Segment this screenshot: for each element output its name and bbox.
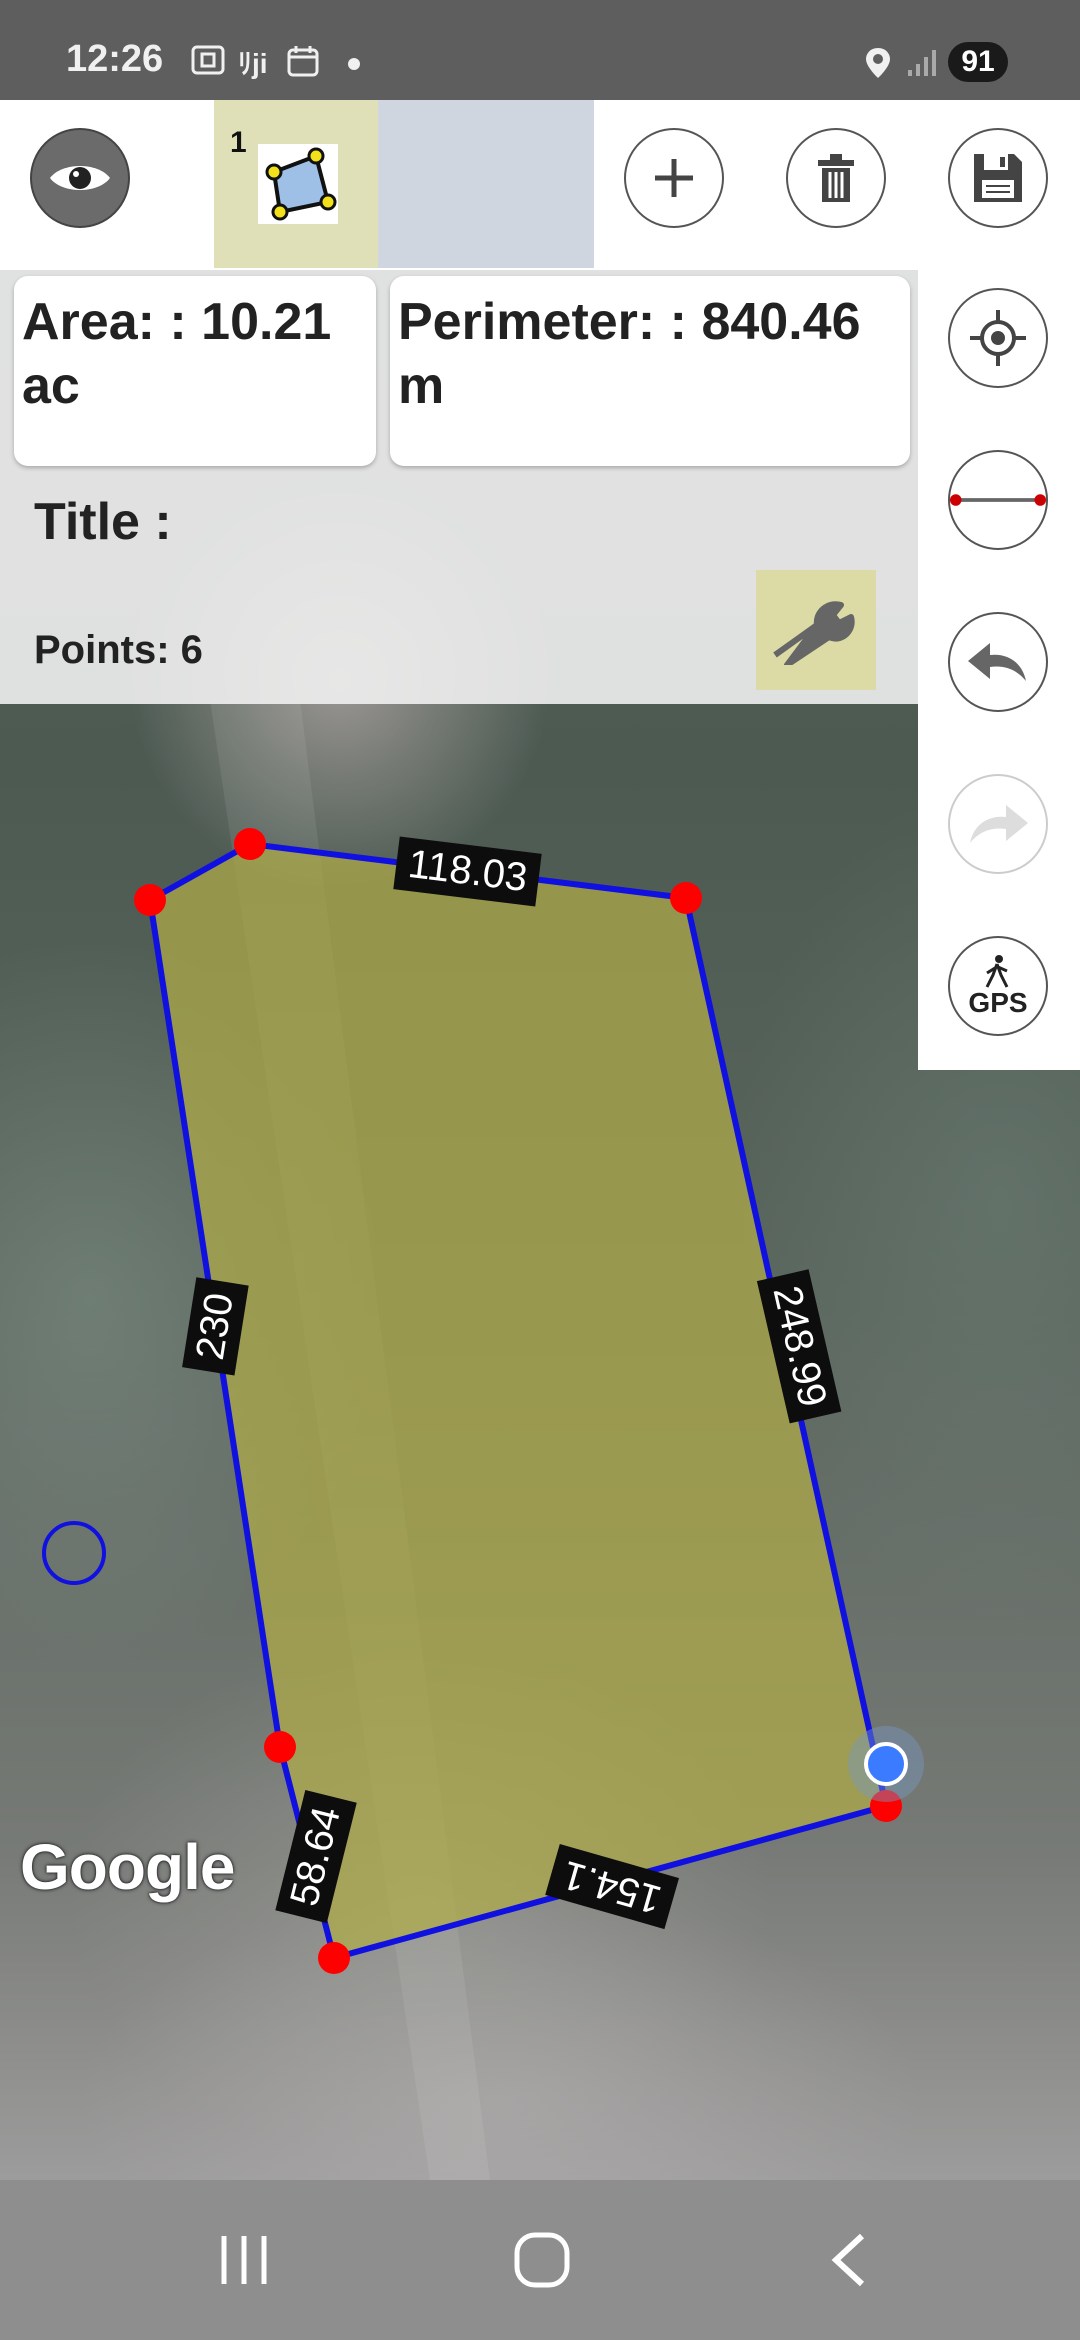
line-measure-icon	[950, 494, 1046, 506]
title-label[interactable]: Title :	[34, 492, 172, 552]
my-location-button[interactable]	[948, 288, 1048, 388]
right-tool-panel: GPS	[918, 270, 1080, 1070]
home-button[interactable]	[512, 2230, 572, 2290]
recent-apps-button[interactable]	[214, 2230, 274, 2290]
wrench-icon	[773, 601, 855, 665]
trash-icon	[818, 154, 854, 202]
perimeter-card: Perimeter: : 840.46 m	[390, 276, 910, 466]
google-logo: Google	[20, 1831, 235, 1903]
top-toolbar: 1	[0, 100, 1080, 270]
back-chevron-icon	[831, 2233, 865, 2287]
status-bar: 12:26 ﾘji 91	[0, 0, 1080, 100]
delete-button[interactable]	[786, 128, 886, 228]
crosshair-icon	[970, 310, 1026, 366]
status-time: 12:26	[66, 38, 164, 80]
vertex-point	[234, 828, 266, 860]
back-button[interactable]	[820, 2230, 880, 2290]
undo-button[interactable]	[948, 612, 1048, 712]
shape-info-panel: Area: : 10.21 ac Perimeter: : 840.46 m T…	[0, 270, 918, 704]
system-nav-bar	[0, 2180, 1080, 2340]
walking-person-icon	[985, 955, 1009, 988]
vertex-point	[134, 884, 166, 916]
location-icon	[864, 46, 892, 85]
home-icon	[514, 2232, 570, 2288]
battery-indicator: 91	[948, 42, 1008, 82]
vertex-point	[318, 1942, 350, 1974]
settings-wrench-button[interactable]	[756, 570, 876, 690]
recent-apps-icon	[221, 2236, 267, 2284]
dot-icon	[348, 58, 360, 70]
gps-label: GPS	[968, 987, 1028, 1018]
shape-number: 1	[230, 126, 247, 159]
plus-icon	[655, 159, 693, 197]
points-count: Points: 6	[34, 628, 203, 672]
shape-thumbnail[interactable]: 1	[214, 100, 378, 268]
visibility-button[interactable]	[30, 128, 130, 228]
vertex-point	[264, 1731, 296, 1763]
screenshot-icon	[190, 44, 226, 84]
area-card: Area: : 10.21 ac	[14, 276, 376, 466]
save-button[interactable]	[948, 128, 1048, 228]
add-shape-button[interactable]	[624, 128, 724, 228]
calendar-icon	[286, 44, 320, 86]
floppy-disk-icon	[974, 154, 1022, 202]
jiji-icon: ﾘji	[238, 48, 268, 79]
redo-icon	[970, 805, 1028, 843]
shape-list[interactable]: 1	[214, 100, 594, 268]
measure-line-button[interactable]	[948, 450, 1048, 550]
undo-icon	[968, 643, 1026, 681]
current-location-dot	[864, 1742, 908, 1786]
vertex-point	[670, 882, 702, 914]
redo-button[interactable]	[948, 774, 1048, 874]
signal-icon	[906, 48, 938, 83]
polygon-shape-icon	[258, 144, 338, 224]
location-accuracy-marker	[42, 1521, 106, 1585]
parcel-polygon	[147, 841, 889, 1961]
gps-button[interactable]: GPS	[948, 936, 1048, 1036]
eye-icon	[50, 166, 110, 190]
